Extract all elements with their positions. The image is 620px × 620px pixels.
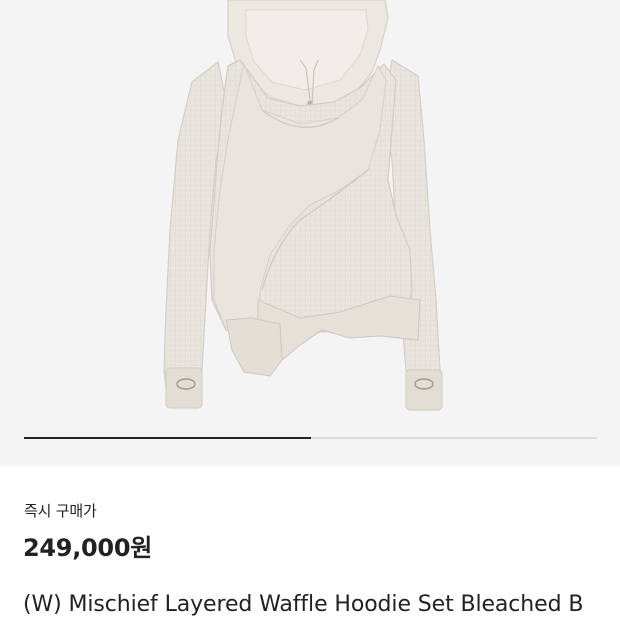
product-price: 249,000원 — [23, 534, 152, 562]
price-label: 즉시 구매가 — [24, 502, 97, 520]
carousel-progress-track — [24, 437, 597, 439]
product-image — [163, 0, 443, 411]
product-name: (W) Mischief Layered Waffle Hoodie Set B… — [23, 592, 584, 617]
carousel-progress-indicator — [24, 437, 311, 439]
product-info: 즉시 구매가 249,000원 (W) Mischief Layered Waf… — [0, 466, 620, 620]
product-image-carousel[interactable] — [0, 0, 620, 466]
product-page: 즉시 구매가 249,000원 (W) Mischief Layered Waf… — [0, 0, 620, 620]
